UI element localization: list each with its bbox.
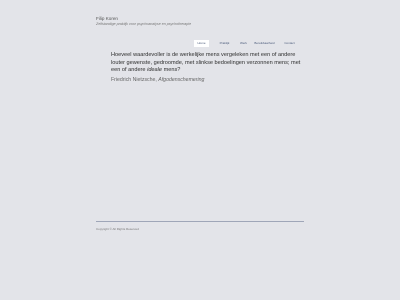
nav-item-praktijk[interactable]: Praktijk bbox=[216, 40, 233, 47]
quote-end: mens? bbox=[162, 67, 181, 74]
site-title: Filip Koren bbox=[96, 16, 118, 21]
footer-divider bbox=[96, 221, 304, 222]
nav-item-home[interactable]: Home bbox=[194, 40, 209, 47]
nav-item-werk[interactable]: Werk bbox=[238, 40, 249, 47]
quote-text: Hoeveel waardevoller is de werkelijke me… bbox=[111, 52, 301, 74]
quote-attribution: Friedrich Nietzsche, Afgodenschemering bbox=[111, 77, 204, 83]
quote: Hoeveel waardevoller is de werkelijke me… bbox=[111, 52, 301, 75]
quote-source: Afgodenschemering bbox=[158, 77, 205, 83]
nav-item-contact[interactable]: Contact bbox=[282, 40, 297, 47]
site-subtitle: Zelfstandige praktijk voor psychoanalyse… bbox=[96, 22, 192, 26]
nav-item-bereikbaarheid[interactable]: Bereikbaarheid bbox=[254, 40, 275, 47]
quote-author: Friedrich Nietzsche, bbox=[111, 77, 159, 83]
main-nav: Home Praktijk Werk Bereikbaarheid Contac… bbox=[194, 40, 299, 47]
quote-emphasis: ideale bbox=[147, 67, 163, 74]
copyright-text: Copyright © All Rights Reserved bbox=[96, 227, 139, 231]
